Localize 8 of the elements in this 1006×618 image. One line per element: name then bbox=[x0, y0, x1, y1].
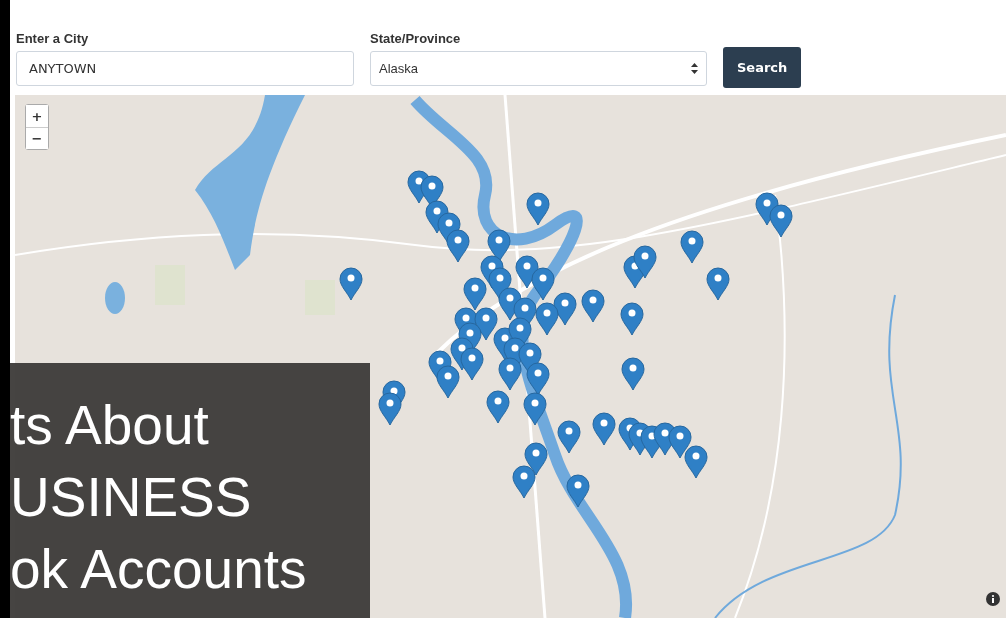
city-label: Enter a City bbox=[16, 31, 90, 47]
search-button[interactable]: Search bbox=[723, 47, 802, 88]
zoom-out-button[interactable]: − bbox=[26, 127, 48, 149]
state-label: State/Province bbox=[370, 31, 462, 47]
info-icon[interactable] bbox=[986, 592, 1000, 606]
city-input-field[interactable]: ANYTOWN bbox=[16, 51, 354, 86]
state-select[interactable]: Alaska bbox=[370, 51, 707, 86]
sort-arrows-icon bbox=[691, 63, 698, 74]
